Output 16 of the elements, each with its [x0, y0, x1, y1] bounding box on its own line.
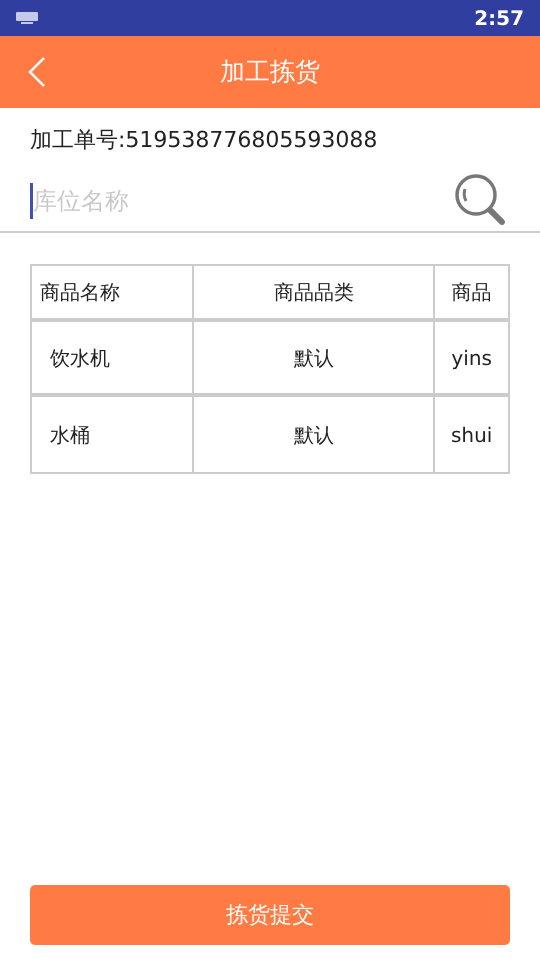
search-icon[interactable] — [454, 174, 508, 228]
table-cell: 饮水机 — [32, 322, 194, 393]
column-header: 商品品类 — [194, 266, 436, 318]
submit-button[interactable]: 拣货提交 — [30, 885, 510, 945]
table-cell: 默认 — [194, 322, 436, 393]
order-number: 加工单号:519538776805593088 — [30, 127, 378, 155]
column-header: 商品名称 — [32, 266, 194, 318]
status-time: 2:57 — [474, 5, 524, 32]
back-icon[interactable] — [27, 56, 47, 88]
table-cell: 水桶 — [32, 397, 194, 472]
page-title: 加工拣货 — [220, 56, 320, 88]
keyboard-icon — [16, 12, 38, 24]
table-cell-text: shui — [450, 422, 494, 448]
column-header: 商品 — [450, 279, 493, 306]
table-cell: 默认 — [194, 397, 436, 472]
table-cell-text: yins — [450, 344, 493, 372]
